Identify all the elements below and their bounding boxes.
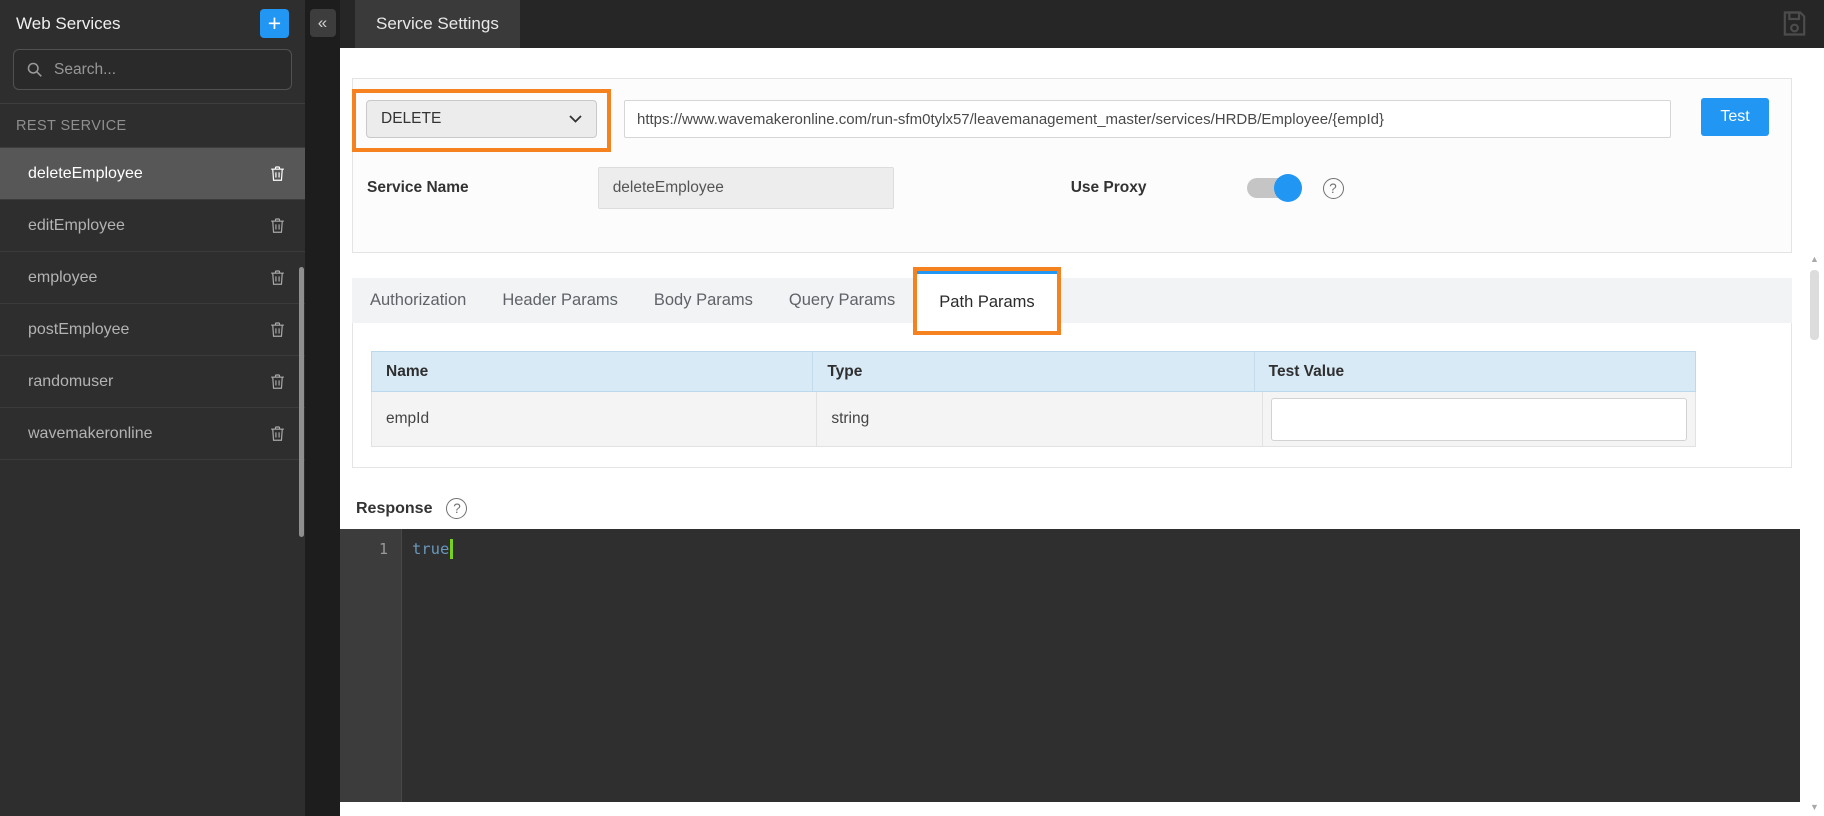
main-panel: DELETE Test Service Name Use Proxy bbox=[340, 48, 1824, 816]
boolean-token: true bbox=[412, 540, 449, 558]
service-name-text: wavemakeronline bbox=[28, 425, 153, 443]
sidebar-item-employee[interactable]: employee bbox=[0, 252, 305, 304]
search-box bbox=[13, 49, 292, 90]
param-test-value-cell bbox=[1263, 392, 1695, 446]
service-name-row: Service Name Use Proxy ? bbox=[353, 167, 1791, 209]
tab-query-params[interactable]: Query Params bbox=[771, 278, 913, 323]
use-proxy-help-icon[interactable]: ? bbox=[1323, 178, 1344, 199]
delete-service-icon[interactable] bbox=[268, 319, 287, 340]
tab-body-params[interactable]: Body Params bbox=[636, 278, 771, 323]
tab-service-settings[interactable]: Service Settings bbox=[355, 0, 520, 48]
delete-service-icon[interactable] bbox=[268, 267, 287, 288]
param-type-cell: string bbox=[817, 392, 1262, 446]
params-table: NameTypeTest Value empIdstring bbox=[371, 351, 1696, 447]
chevron-down-icon bbox=[569, 115, 582, 123]
collapse-sidebar-icon[interactable]: « bbox=[310, 9, 336, 37]
sidebar-item-postEmployee[interactable]: postEmployee bbox=[0, 304, 305, 356]
scrollbar-thumb[interactable] bbox=[1810, 270, 1819, 340]
request-row: DELETE Test bbox=[353, 89, 1791, 152]
params-table-header: NameTypeTest Value bbox=[371, 351, 1696, 392]
panel-collapse-strip: « bbox=[305, 0, 340, 816]
table-row: empIdstring bbox=[371, 392, 1696, 447]
response-help-icon[interactable]: ? bbox=[446, 498, 467, 519]
sidebar-header: Web Services + bbox=[0, 0, 305, 38]
sidebar-scrollbar-thumb[interactable] bbox=[299, 267, 304, 537]
sidebar-item-wavemakeronline[interactable]: wavemakeronline bbox=[0, 408, 305, 460]
column-header-name: Name bbox=[372, 352, 813, 391]
toggle-thumb bbox=[1274, 174, 1302, 202]
service-name-text: employee bbox=[28, 269, 97, 287]
scrollbar-up-arrow[interactable]: ▲ bbox=[1807, 252, 1822, 266]
service-settings-tab-label: Service Settings bbox=[376, 14, 499, 34]
search-icon bbox=[26, 61, 43, 78]
code-line: true bbox=[412, 536, 1800, 562]
service-settings-content: DELETE Test Service Name Use Proxy bbox=[352, 48, 1792, 802]
tab-path-params[interactable]: Path Params bbox=[917, 271, 1056, 331]
request-url-input[interactable] bbox=[624, 100, 1671, 138]
service-list: deleteEmployee editEmployee employee postEm… bbox=[0, 148, 305, 460]
sidebar-title: Web Services bbox=[16, 14, 121, 34]
sidebar-item-randomuser[interactable]: randomuser bbox=[0, 356, 305, 408]
response-code-editor[interactable]: 1 true bbox=[340, 529, 1800, 802]
use-proxy-toggle[interactable] bbox=[1247, 176, 1301, 200]
web-services-sidebar: Web Services + REST SERVICE deleteEmploy… bbox=[0, 0, 305, 816]
tab-header-params[interactable]: Header Params bbox=[484, 278, 636, 323]
annotation-path-params-tab: Path Params bbox=[913, 267, 1060, 335]
delete-service-icon[interactable] bbox=[268, 423, 287, 444]
test-button[interactable]: Test bbox=[1701, 98, 1769, 136]
delete-service-icon[interactable] bbox=[268, 215, 287, 236]
service-name-text: randomuser bbox=[28, 373, 113, 391]
line-number: 1 bbox=[340, 536, 401, 562]
params-tabbar: AuthorizationHeader ParamsBody ParamsQue… bbox=[352, 278, 1792, 323]
params-table-body: empIdstring bbox=[371, 392, 1696, 447]
service-name-text: editEmployee bbox=[28, 217, 125, 235]
response-row: Response ? bbox=[352, 498, 1792, 519]
text-caret bbox=[450, 539, 453, 559]
method-select[interactable]: DELETE bbox=[366, 100, 597, 138]
tab-authorization[interactable]: Authorization bbox=[352, 278, 484, 323]
test-value-input[interactable] bbox=[1271, 398, 1687, 441]
add-service-button[interactable]: + bbox=[260, 9, 289, 38]
use-proxy-label: Use Proxy bbox=[1071, 179, 1147, 197]
rest-service-section-label: REST SERVICE bbox=[0, 104, 305, 148]
top-bar: Service Settings bbox=[305, 0, 1824, 48]
scrollbar-down-arrow[interactable]: ▼ bbox=[1807, 800, 1822, 814]
column-header-type: Type bbox=[813, 352, 1254, 391]
service-name-text: postEmployee bbox=[28, 321, 129, 339]
service-name-input[interactable] bbox=[598, 167, 894, 209]
service-name-text: deleteEmployee bbox=[28, 165, 143, 183]
save-icon[interactable] bbox=[1779, 8, 1810, 39]
path-params-panel: NameTypeTest Value empIdstring bbox=[352, 323, 1792, 468]
service-name-label: Service Name bbox=[367, 179, 469, 197]
sidebar-item-editEmployee[interactable]: editEmployee bbox=[0, 200, 305, 252]
sidebar-item-deleteEmployee[interactable]: deleteEmployee bbox=[0, 148, 305, 200]
editor-gutter: 1 bbox=[340, 529, 402, 802]
main-scrollbar: ▲ ▼ bbox=[1807, 252, 1822, 816]
delete-service-icon[interactable] bbox=[268, 163, 287, 184]
method-select-value: DELETE bbox=[381, 110, 441, 128]
annotation-method-select: DELETE bbox=[352, 89, 611, 152]
request-settings-card: DELETE Test Service Name Use Proxy bbox=[352, 78, 1792, 253]
search-input[interactable] bbox=[52, 60, 279, 80]
delete-service-icon[interactable] bbox=[268, 371, 287, 392]
editor-code-area: true bbox=[402, 529, 1800, 802]
column-header-test-value: Test Value bbox=[1255, 352, 1695, 391]
param-name-cell: empId bbox=[372, 392, 817, 446]
response-label: Response bbox=[356, 500, 432, 518]
